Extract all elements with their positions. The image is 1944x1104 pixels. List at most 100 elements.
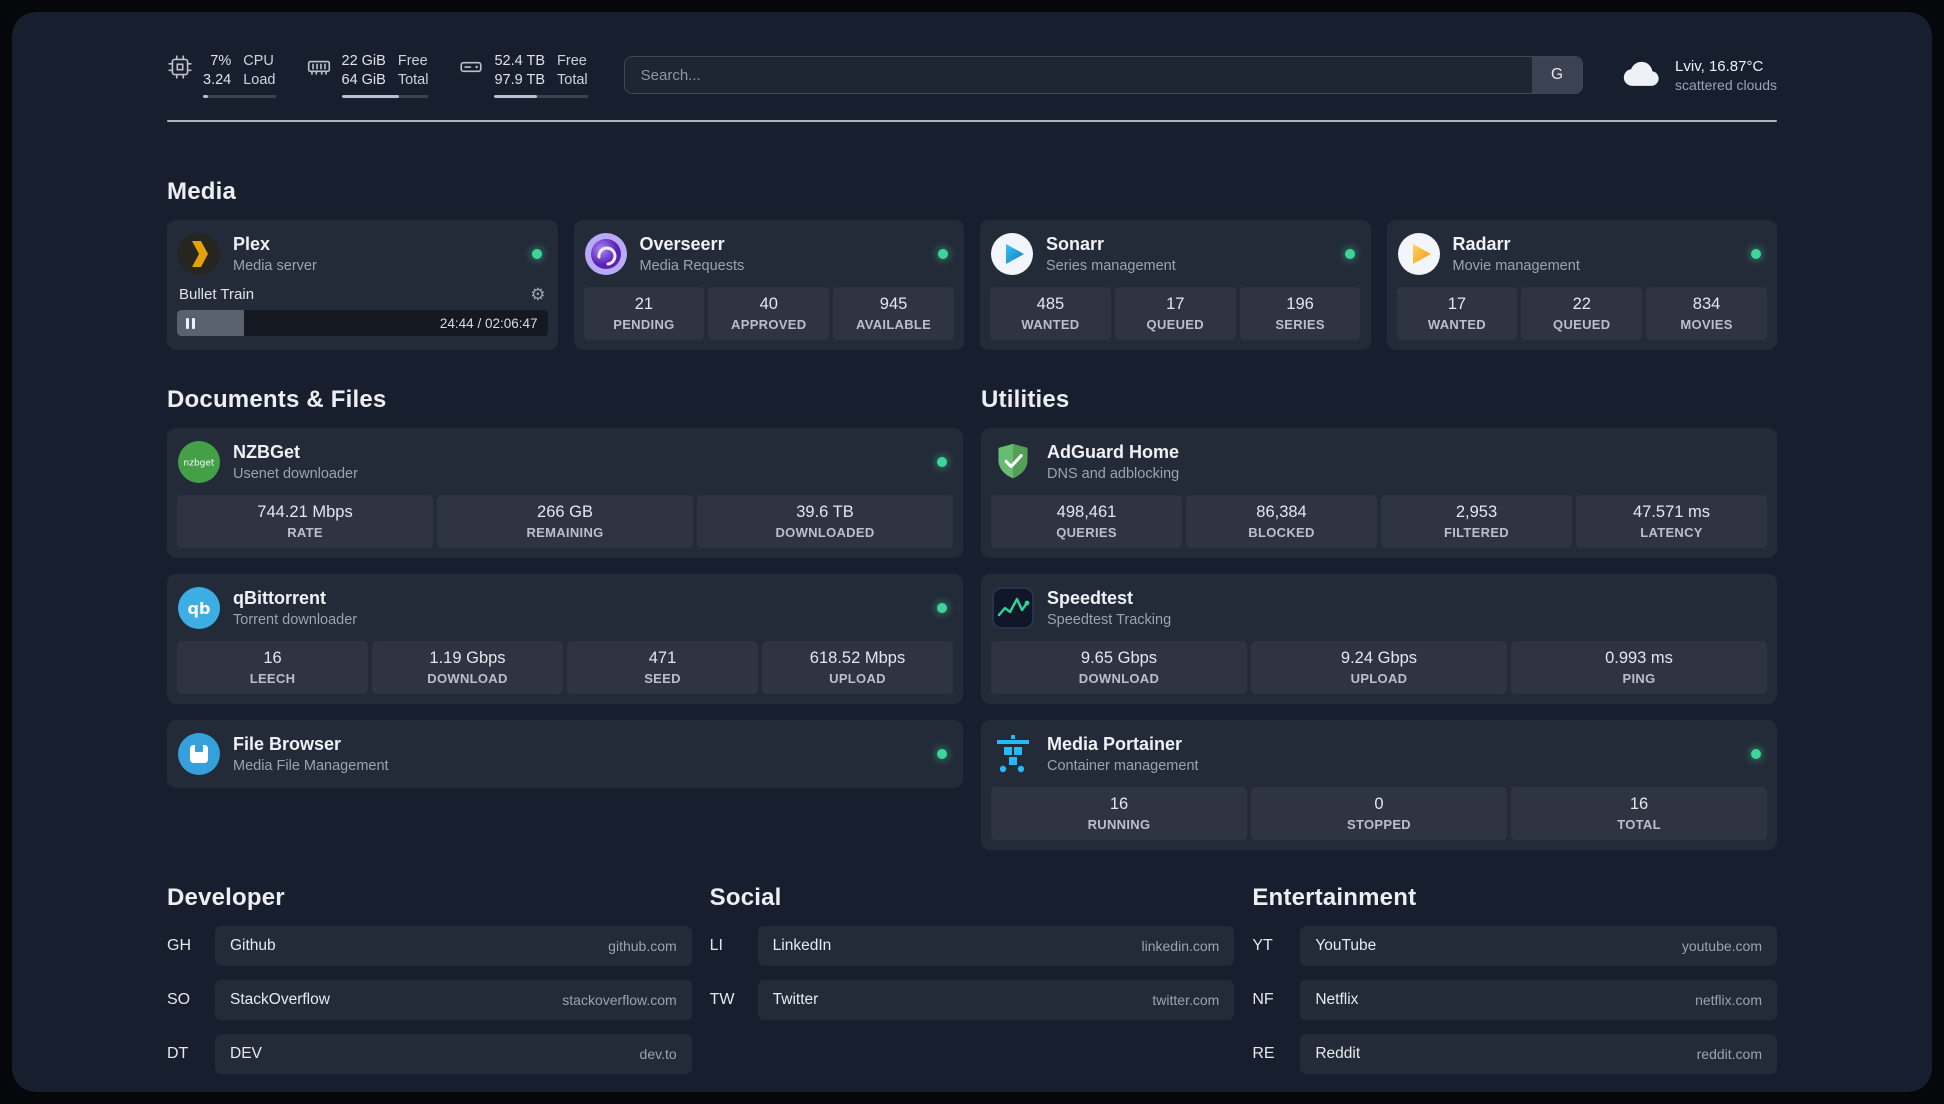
plex-now-playing: Bullet Train ⚙ 24:44 / 02:06:47 bbox=[177, 286, 548, 336]
bookmark-abbr: RE bbox=[1252, 1045, 1275, 1062]
topbar: 7% 3.24 CPU Load 22 GiB 64 GiB Free Tota… bbox=[167, 46, 1777, 104]
search-provider-button[interactable]: G bbox=[1532, 57, 1583, 93]
status-dot bbox=[937, 457, 947, 467]
bookmark-stackoverflow[interactable]: SO StackOverflow stackoverflow.com bbox=[167, 980, 692, 1020]
stat-tile: 1.19 Gbps DOWNLOAD bbox=[372, 641, 563, 694]
stat-tile: 471 SEED bbox=[567, 641, 758, 694]
service-card-speedtest[interactable]: Speedtest Speedtest Tracking 9.65 Gbps D… bbox=[981, 574, 1777, 704]
status-dot bbox=[531, 249, 542, 259]
nzbget-icon: nzbget bbox=[177, 440, 221, 484]
stat-value: 9.65 Gbps bbox=[1080, 649, 1158, 667]
sonarr-icon bbox=[990, 232, 1034, 276]
service-name: File Browser bbox=[233, 733, 342, 754]
bookmark-domain: github.com bbox=[608, 938, 677, 954]
stat-tile: 16 RUNNING bbox=[991, 787, 1247, 840]
stat-label: UPLOAD bbox=[1350, 671, 1408, 686]
bookmark-domain: reddit.com bbox=[1696, 1046, 1762, 1062]
bookmark-name: Twitter bbox=[772, 991, 819, 1008]
disk-icon bbox=[458, 54, 484, 85]
bookmark-domain: twitter.com bbox=[1152, 992, 1220, 1008]
service-description: Series management bbox=[1046, 258, 1176, 275]
stat-label: SEED bbox=[644, 671, 681, 686]
bookmark-dev[interactable]: DT DEV dev.to bbox=[167, 1034, 692, 1074]
bookmark-name: StackOverflow bbox=[230, 991, 330, 1008]
stat-label: BLOCKED bbox=[1248, 525, 1315, 540]
service-description: Usenet downloader bbox=[233, 466, 358, 483]
qbittorrent-icon: qb bbox=[177, 586, 221, 630]
stat-tile: 21 PENDING bbox=[583, 287, 705, 340]
service-card-portainer[interactable]: Media Portainer Container management 16 … bbox=[981, 720, 1777, 850]
service-card-adguard[interactable]: AdGuard Home DNS and adblocking 498,461 … bbox=[981, 428, 1777, 558]
bookmark-reddit[interactable]: RE Reddit reddit.com bbox=[1252, 1034, 1777, 1074]
stat-tile: 266 GB REMAINING bbox=[437, 495, 693, 548]
stat-value: 2,953 bbox=[1455, 503, 1498, 521]
stat-label: MOVIES bbox=[1680, 317, 1733, 332]
stat-value: 39.6 TB bbox=[796, 503, 854, 521]
resource-widgets: 7% 3.24 CPU Load 22 GiB 64 GiB Free Tota… bbox=[167, 52, 588, 98]
bookmark-abbr: SO bbox=[167, 991, 191, 1008]
memory-icon bbox=[306, 54, 332, 85]
stat-value: 16 bbox=[1109, 795, 1129, 813]
stat-label: LEECH bbox=[249, 671, 296, 686]
playback-progress-bar[interactable]: 24:44 / 02:06:47 bbox=[177, 310, 548, 336]
stat-label: WANTED bbox=[1021, 317, 1080, 332]
search-bar: G bbox=[623, 56, 1584, 94]
search-input[interactable] bbox=[624, 57, 1533, 93]
service-card-overseerr[interactable]: Overseerr Media Requests 21 PENDING 40 A… bbox=[573, 220, 964, 350]
service-card-plex[interactable]: Plex Media server Bullet Train ⚙ 24:44 /… bbox=[167, 220, 558, 350]
stat-value: 22 bbox=[1572, 295, 1591, 313]
service-card-qbittorrent[interactable]: qb qBittorrent Torrent downloader 16 LEE… bbox=[167, 574, 963, 704]
stat-label: QUERIES bbox=[1056, 525, 1117, 540]
section-utilities: Utilities AdGuard Home DNS and adblockin… bbox=[981, 386, 1777, 850]
stat-value: 498,461 bbox=[1056, 503, 1117, 521]
stat-label: REMAINING bbox=[526, 525, 604, 540]
bookmark-group-developer: Developer GH Github github.com SO StackO… bbox=[167, 884, 692, 1074]
bookmark-netflix[interactable]: NF Netflix netflix.com bbox=[1252, 980, 1777, 1020]
pause-icon[interactable] bbox=[186, 317, 195, 329]
service-card-sonarr[interactable]: Sonarr Series management 485 WANTED 17 Q… bbox=[980, 220, 1371, 350]
service-description: Media File Management bbox=[233, 758, 389, 775]
stat-value: 0.993 ms bbox=[1605, 649, 1673, 667]
stat-label: DOWNLOADED bbox=[775, 525, 875, 540]
stat-label: TOTAL bbox=[1617, 817, 1661, 832]
cpu-load-value: 3.24 bbox=[203, 72, 232, 88]
bookmark-name: Github bbox=[230, 937, 276, 954]
service-name: Media Portainer bbox=[1047, 733, 1183, 754]
stat-tile: 485 WANTED bbox=[990, 287, 1111, 340]
bookmark-linkedin[interactable]: LI LinkedIn linkedin.com bbox=[710, 926, 1235, 966]
bookmark-group-entertainment: Entertainment YT YouTube youtube.com NF … bbox=[1252, 884, 1777, 1074]
service-card-radarr[interactable]: Radarr Movie management 17 WANTED 22 QUE… bbox=[1386, 220, 1777, 350]
bookmark-twitter[interactable]: TW Twitter twitter.com bbox=[710, 980, 1235, 1020]
stat-label: UPLOAD bbox=[829, 671, 886, 686]
service-card-filebrowser[interactable]: File Browser Media File Management bbox=[167, 720, 963, 788]
stat-tile: 834 MOVIES bbox=[1646, 287, 1767, 340]
stat-label: AVAILABLE bbox=[855, 317, 932, 332]
gear-icon[interactable]: ⚙ bbox=[530, 286, 545, 303]
stat-tile: 618.52 Mbps UPLOAD bbox=[762, 641, 953, 694]
stat-label: PING bbox=[1622, 671, 1656, 686]
svg-text:nzbget: nzbget bbox=[184, 459, 215, 469]
section-title-media: Media bbox=[167, 178, 237, 205]
stat-tile: 16 LEECH bbox=[177, 641, 368, 694]
stat-value: 618.52 Mbps bbox=[809, 649, 906, 667]
bookmark-abbr: LI bbox=[709, 937, 723, 954]
stat-tile: 0 STOPPED bbox=[1251, 787, 1507, 840]
bookmark-name: Reddit bbox=[1315, 1045, 1361, 1062]
bookmark-youtube[interactable]: YT YouTube youtube.com bbox=[1252, 926, 1777, 966]
stat-value: 945 bbox=[879, 295, 908, 313]
status-dot bbox=[1344, 249, 1355, 259]
service-description: Speedtest Tracking bbox=[1047, 612, 1172, 629]
stat-label: SERIES bbox=[1275, 317, 1325, 332]
disk-free-label: Free bbox=[557, 53, 587, 70]
portainer-icon bbox=[991, 732, 1035, 776]
stat-tile: 17 QUEUED bbox=[1114, 287, 1236, 340]
stat-tile: 945 AVAILABLE bbox=[833, 287, 954, 340]
section-documents: Documents & Files nzbget NZBGet Usenet d… bbox=[167, 386, 963, 850]
service-card-nzbget[interactable]: nzbget NZBGet Usenet downloader 744.21 M… bbox=[167, 428, 963, 558]
cpu-load-label: Load bbox=[243, 72, 276, 88]
bookmark-abbr: TW bbox=[709, 991, 735, 1008]
memory-free-value: 22 GiB bbox=[341, 53, 386, 70]
bookmark-github[interactable]: GH Github github.com bbox=[167, 926, 692, 966]
stat-value: 9.24 Gbps bbox=[1340, 649, 1418, 667]
bookmark-abbr: DT bbox=[167, 1045, 189, 1062]
